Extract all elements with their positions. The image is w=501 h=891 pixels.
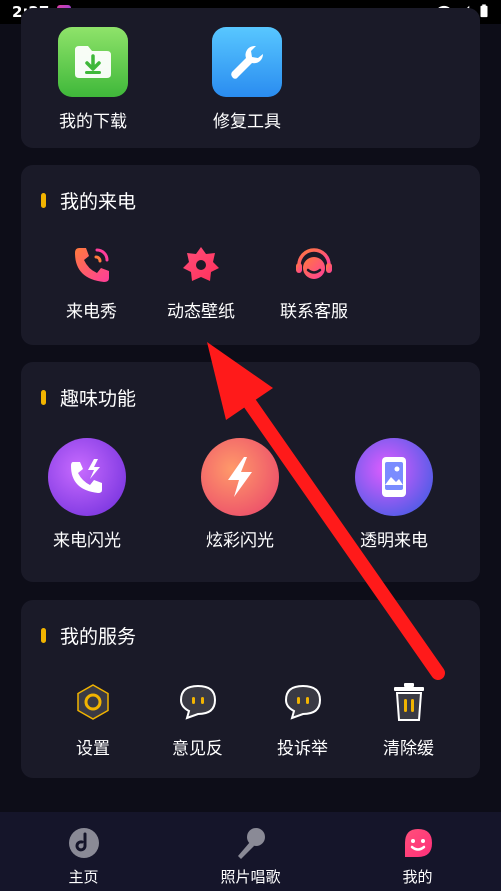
contact-service-button[interactable]: 联系客服	[280, 243, 348, 322]
my-calls-title: 我的来电	[60, 191, 137, 213]
call-flash-label: 来电闪光	[53, 531, 121, 551]
nav-home-label: 主页	[68, 868, 99, 886]
nav-mine[interactable]: 我的	[334, 812, 501, 891]
clear-cache-button[interactable]: 清除缓	[383, 680, 434, 759]
live-wallpaper-button[interactable]: 动态壁纸	[167, 243, 235, 322]
color-flash-label: 炫彩闪光	[206, 531, 274, 551]
section-title: 趣味功能	[41, 384, 136, 411]
tools-card: 我的下载 修复工具	[21, 8, 480, 148]
live-wallpaper-label: 动态壁纸	[167, 302, 235, 322]
call-show-button[interactable]: 来电秀	[66, 243, 117, 322]
bottom-nav: 主页 照片唱歌 我的	[0, 812, 501, 891]
fun-features-card: 趣味功能 来电闪光 炫彩闪光 透明来电	[21, 362, 480, 582]
my-calls-card: 我的来电 来电秀 动态壁纸 联系客服	[21, 165, 480, 345]
settings-label: 设置	[76, 739, 110, 759]
call-show-label: 来电秀	[66, 302, 117, 322]
clear-cache-label: 清除缓	[383, 739, 434, 759]
accent-bar	[41, 193, 46, 208]
section-title: 我的来电	[41, 187, 136, 214]
settings-button[interactable]: 设置	[71, 680, 115, 759]
microphone-icon	[234, 826, 268, 860]
nav-mine-label: 我的	[402, 868, 433, 886]
services-title: 我的服务	[60, 626, 137, 648]
accent-bar	[41, 390, 46, 405]
flower-icon	[179, 243, 223, 287]
phone-ringing-icon	[70, 243, 114, 287]
complaint-button[interactable]: 投诉举	[277, 680, 328, 759]
music-disc-icon	[67, 826, 101, 860]
complaint-bubble-icon	[281, 680, 325, 724]
trash-icon	[387, 680, 431, 724]
fun-title: 趣味功能	[60, 388, 137, 410]
my-services-card: 我的服务 设置 意见反 投诉举 清除缓	[21, 600, 480, 778]
lightning-icon	[201, 438, 279, 516]
my-download-label: 我的下载	[59, 112, 127, 132]
section-title: 我的服务	[41, 622, 136, 649]
repair-tool-label: 修复工具	[213, 112, 281, 132]
phone-flash-icon	[48, 438, 126, 516]
download-folder-icon	[58, 27, 128, 97]
smiley-icon	[401, 826, 435, 860]
feedback-bubble-icon	[176, 680, 220, 724]
nav-photo-sing[interactable]: 照片唱歌	[167, 812, 334, 891]
customer-service-icon	[292, 243, 336, 287]
transparent-call-label: 透明来电	[360, 531, 428, 551]
transparent-phone-icon	[355, 438, 433, 516]
nav-home[interactable]: 主页	[0, 812, 167, 891]
wrench-icon	[212, 27, 282, 97]
complaint-label: 投诉举	[277, 739, 328, 759]
nav-photo-sing-label: 照片唱歌	[220, 868, 281, 886]
transparent-call-button[interactable]: 透明来电	[355, 438, 433, 551]
feedback-label: 意见反	[172, 739, 223, 759]
repair-tool-button[interactable]: 修复工具	[212, 27, 282, 132]
accent-bar	[41, 628, 46, 643]
call-flash-button[interactable]: 来电闪光	[48, 438, 126, 551]
feedback-button[interactable]: 意见反	[172, 680, 223, 759]
my-download-button[interactable]: 我的下载	[58, 27, 128, 132]
contact-service-label: 联系客服	[280, 302, 348, 322]
settings-hex-icon	[71, 680, 115, 724]
color-flash-button[interactable]: 炫彩闪光	[201, 438, 279, 551]
